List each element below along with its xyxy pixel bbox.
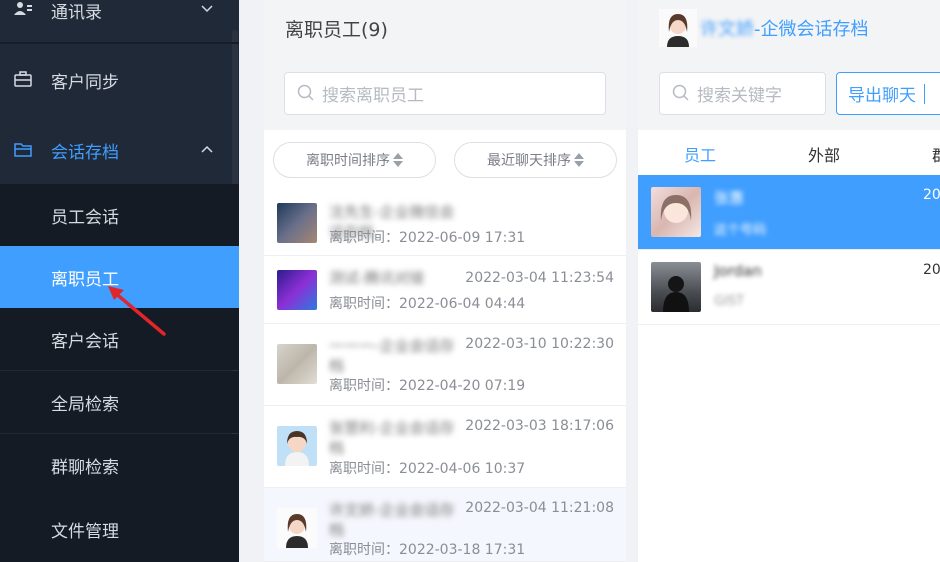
contact-name: 张惠 — [714, 189, 745, 207]
conversation-row[interactable]: Jordan GIST 20 — [638, 250, 940, 325]
avatar — [277, 344, 317, 384]
leave-time: 离职时间：2022-04-20 07:19 — [329, 378, 526, 394]
search-placeholder: 搜索关键字 — [697, 86, 782, 106]
sort-by-recent-chat-button[interactable]: 最近聊天排序 — [454, 142, 617, 178]
menu-label-customer-sync: 客户同步 — [51, 73, 119, 93]
search-placeholder: 搜索离职员工 — [322, 86, 424, 106]
keyword-search-input[interactable]: 搜索关键字 — [659, 72, 826, 115]
avatar — [277, 426, 317, 466]
button-divider — [924, 83, 925, 104]
menu-item-customer-sync[interactable]: 客户同步 — [0, 44, 239, 114]
submenu-label: 全局检索 — [51, 394, 119, 415]
briefcase-icon — [14, 70, 32, 88]
menu-item-contacts[interactable]: 通讯录 — [0, 0, 239, 23]
employee-row[interactable]: 沈先生-企业微信会话存档 离职时间：2022-06-09 17:31 — [264, 190, 626, 256]
submenu-file-manage[interactable]: 文件管理 — [0, 496, 239, 562]
panel-title: 离职员工(9) — [285, 19, 388, 41]
last-message: 这个号码 — [714, 223, 767, 238]
resigned-staff-panel: 离职员工(9) 搜索离职员工 离职时间排序 最近聊天排序 沈先生-企业微信会话存… — [264, 0, 626, 562]
employee-name: 许文娇-企业会话存档 — [329, 501, 455, 539]
contact-name: Jordan — [714, 262, 762, 280]
conversation-title-suffix: -企微会话存档 — [754, 19, 869, 40]
leave-time: 离职时间：2022-06-04 04:44 — [329, 296, 526, 312]
menu-label-contacts: 通讯录 — [51, 3, 102, 23]
resigned-search-input[interactable]: 搜索离职员工 — [284, 72, 606, 115]
folder-icon — [14, 140, 32, 158]
conversation-owner-name: 许文娇 — [700, 19, 754, 40]
submenu-staff-chat[interactable]: 员工会话 — [0, 184, 239, 246]
conversation-header: 许文娇-企微会话存档 搜索关键字 导出聊天 — [638, 0, 940, 130]
last-chat-time: 2022-03-04 11:23:54 — [465, 270, 614, 286]
sort-by-leave-time-button[interactable]: 离职时间排序 — [273, 142, 436, 178]
last-message: GIST — [714, 294, 745, 309]
chevron-down-icon — [201, 5, 213, 13]
menu-item-archive[interactable]: 会话存档 — [0, 114, 239, 184]
sort-label: 离职时间排序 — [306, 153, 390, 169]
avatar — [277, 270, 317, 310]
submenu-group-search[interactable]: 群聊检索 — [0, 434, 239, 496]
leave-time: 离职时间：2022-06-09 17:31 — [329, 230, 526, 246]
panel-header: 离职员工(9) 搜索离职员工 — [264, 0, 626, 130]
employee-name: 一一一-企业会话存档 — [329, 337, 455, 375]
red-arrow-annotation — [108, 286, 166, 336]
submenu-label: 群聊检索 — [51, 457, 119, 478]
employee-name: 测试-腾讯对接 — [329, 269, 425, 287]
avatar — [277, 508, 317, 548]
submenu-label: 文件管理 — [51, 521, 119, 542]
message-time: 20 — [923, 187, 940, 203]
submenu-global-search[interactable]: 全局检索 — [0, 371, 239, 433]
last-chat-time: 2022-03-03 18:17:06 — [465, 418, 614, 434]
sort-icon — [574, 153, 584, 167]
avatar — [651, 187, 701, 237]
avatar — [651, 262, 701, 312]
employee-row[interactable]: 测试-腾讯对接 2022-03-04 11:23:54 离职时间：2022-06… — [264, 256, 626, 324]
conversation-panel: 许文娇-企微会话存档 搜索关键字 导出聊天 员工 外部 群 张惠 这个号码 20… — [638, 0, 940, 562]
submenu-label: 员工会话 — [51, 207, 119, 228]
sort-label: 最近聊天排序 — [487, 153, 571, 169]
tab-staff[interactable]: 员工 — [684, 142, 716, 166]
export-chat-button[interactable]: 导出聊天 — [836, 72, 940, 115]
leave-time: 离职时间：2022-03-18 17:31 — [329, 542, 526, 558]
search-icon — [672, 84, 689, 101]
employee-row[interactable]: 一一一-企业会话存档 2022-03-10 10:22:30 离职时间：2022… — [264, 324, 626, 406]
menu-label-archive: 会话存档 — [51, 143, 119, 163]
tab-external[interactable]: 外部 — [808, 142, 840, 166]
export-label: 导出聊天 — [848, 86, 916, 106]
contacts-icon — [14, 0, 32, 18]
leave-time: 离职时间：2022-04-06 10:37 — [329, 461, 526, 477]
sort-icon — [393, 153, 403, 167]
conversation-title: 许文娇-企微会话存档 — [700, 15, 869, 41]
employee-row[interactable]: 张慧利-企业会话存档 2022-03-03 18:17:06 离职时间：2022… — [264, 406, 626, 488]
last-chat-time: 2022-03-04 11:21:08 — [465, 500, 614, 516]
search-icon — [297, 84, 314, 101]
last-chat-time: 2022-03-10 10:22:30 — [465, 336, 614, 352]
conversation-row-selected[interactable]: 张惠 这个号码 20 — [638, 175, 940, 250]
message-time: 20 — [923, 262, 940, 278]
tab-group[interactable]: 群 — [932, 142, 940, 166]
chevron-up-icon — [201, 145, 213, 153]
employee-row-selected[interactable]: 许文娇-企业会话存档 2022-03-04 11:21:08 离职时间：2022… — [264, 488, 626, 562]
avatar — [277, 203, 317, 243]
selected-employee-avatar — [659, 9, 697, 47]
employee-name: 张慧利-企业会话存档 — [329, 419, 455, 457]
